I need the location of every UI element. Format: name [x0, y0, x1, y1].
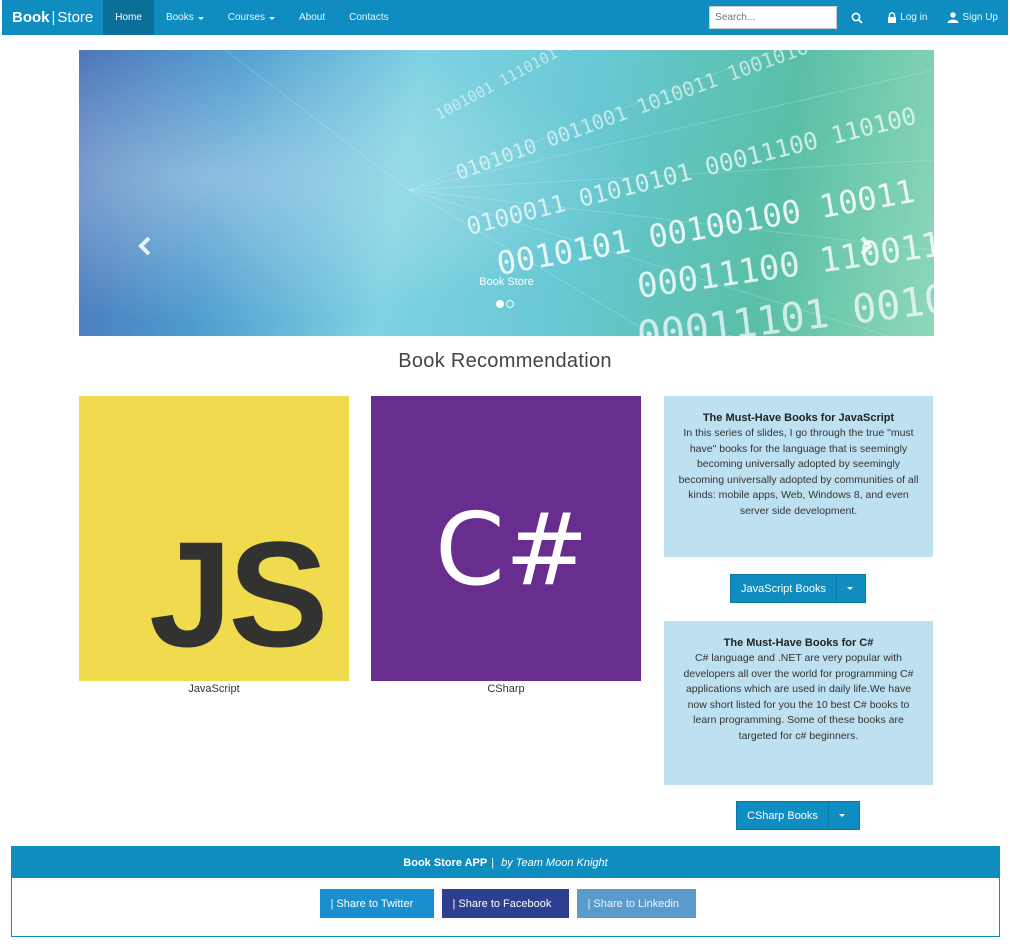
carousel-indicator[interactable] — [506, 300, 514, 308]
user-icon — [947, 12, 959, 23]
footer-header: Book Store APP | by Team Moon Knight — [12, 847, 999, 878]
nav-item-label: Contacts — [349, 12, 389, 23]
carousel-indicator[interactable] — [496, 300, 504, 308]
nav-item-label: Courses — [227, 12, 265, 23]
nav-item-about[interactable]: About — [287, 0, 337, 35]
javascript-books-dropdown-button[interactable]: JavaScript Books — [730, 574, 866, 603]
footer-team: by Team Moon Knight — [501, 856, 608, 869]
panel-title: The Must-Have Books for JavaScript — [702, 412, 895, 424]
caret-down-icon — [197, 17, 204, 20]
csharp-tile-label: CSharp — [487, 683, 525, 695]
footer-app-name: Book Store APP — [403, 856, 488, 869]
nav-item-books[interactable]: Books — [154, 0, 216, 35]
panel-title: The Must-Have Books for C# — [723, 637, 874, 649]
main-nav: Home Books Courses About Contacts — [103, 0, 400, 35]
top-navbar: Book | Store Home Books Courses About Co… — [2, 0, 1008, 35]
hero-carousel[interactable]: 1001001 1110101 0001100 0100100 0101010 … — [79, 50, 934, 336]
carousel-caption: Book Store — [479, 276, 534, 288]
nav-item-contacts[interactable]: Contacts — [337, 0, 400, 35]
search-input[interactable] — [709, 6, 838, 29]
csharp-books-dropdown-button[interactable]: CSharp Books — [736, 801, 860, 830]
panel-body: In this series of slides, I go through t… — [678, 427, 919, 517]
carousel-indicators — [496, 300, 514, 308]
javascript-logo-image[interactable]: JS — [79, 396, 349, 681]
nav-item-label: Books — [165, 12, 194, 23]
nav-item-label: Home — [115, 12, 142, 23]
nav-right: Log in Sign Up — [709, 0, 1008, 35]
nav-item-courses[interactable]: Courses — [216, 0, 287, 35]
csharp-logo-text: C# — [435, 491, 589, 608]
csharp-logo-image[interactable]: C# — [371, 396, 641, 681]
javascript-tile-label: JavaScript — [188, 683, 240, 695]
javascript-logo-text: JS — [149, 510, 324, 678]
binary-background-image: 1001001 1110101 0001100 0100100 0101010 … — [79, 50, 934, 336]
chevron-right-icon[interactable] — [857, 235, 875, 257]
share-twitter-button[interactable]: | Share to Twitter — [319, 889, 434, 918]
dropdown-label: JavaScript Books — [741, 582, 826, 595]
javascript-info-panel: The Must-Have Books for JavaScript In th… — [664, 396, 933, 557]
caret-down-icon[interactable] — [835, 575, 864, 602]
nav-item-home[interactable]: Home — [103, 0, 154, 35]
brand-separator: | — [51, 9, 56, 26]
nav-item-label: About — [299, 12, 326, 23]
signup-link[interactable]: Sign Up — [937, 0, 1008, 35]
brand-rest: Store — [57, 9, 94, 26]
share-buttons: | Share to Twitter | Share to Facebook |… — [12, 889, 999, 918]
login-link[interactable]: Log in — [877, 0, 937, 35]
lock-icon — [888, 12, 897, 23]
csharp-info-panel: The Must-Have Books for C# C# language a… — [664, 621, 933, 785]
chevron-left-icon[interactable] — [136, 235, 154, 257]
dropdown-label: CSharp Books — [747, 809, 818, 822]
signup-label: Sign Up — [962, 12, 998, 23]
share-facebook-button[interactable]: | Share to Facebook — [441, 889, 569, 918]
section-title: Book Recommendation — [398, 350, 612, 372]
caret-down-icon[interactable] — [827, 802, 856, 829]
search-icon — [851, 12, 863, 24]
footer: Book Store APP | by Team Moon Knight | S… — [11, 846, 1000, 937]
brand-bold: Book — [12, 9, 50, 26]
caret-down-icon — [269, 17, 275, 20]
login-label: Log in — [900, 12, 928, 23]
panel-body: C# language and .NET are very popular wi… — [683, 652, 914, 742]
share-linkedin-button[interactable]: | Share to Linkedin — [576, 889, 696, 918]
search-button[interactable] — [837, 0, 877, 35]
brand-logo[interactable]: Book | Store — [2, 0, 103, 35]
footer-separator: | — [491, 856, 495, 869]
